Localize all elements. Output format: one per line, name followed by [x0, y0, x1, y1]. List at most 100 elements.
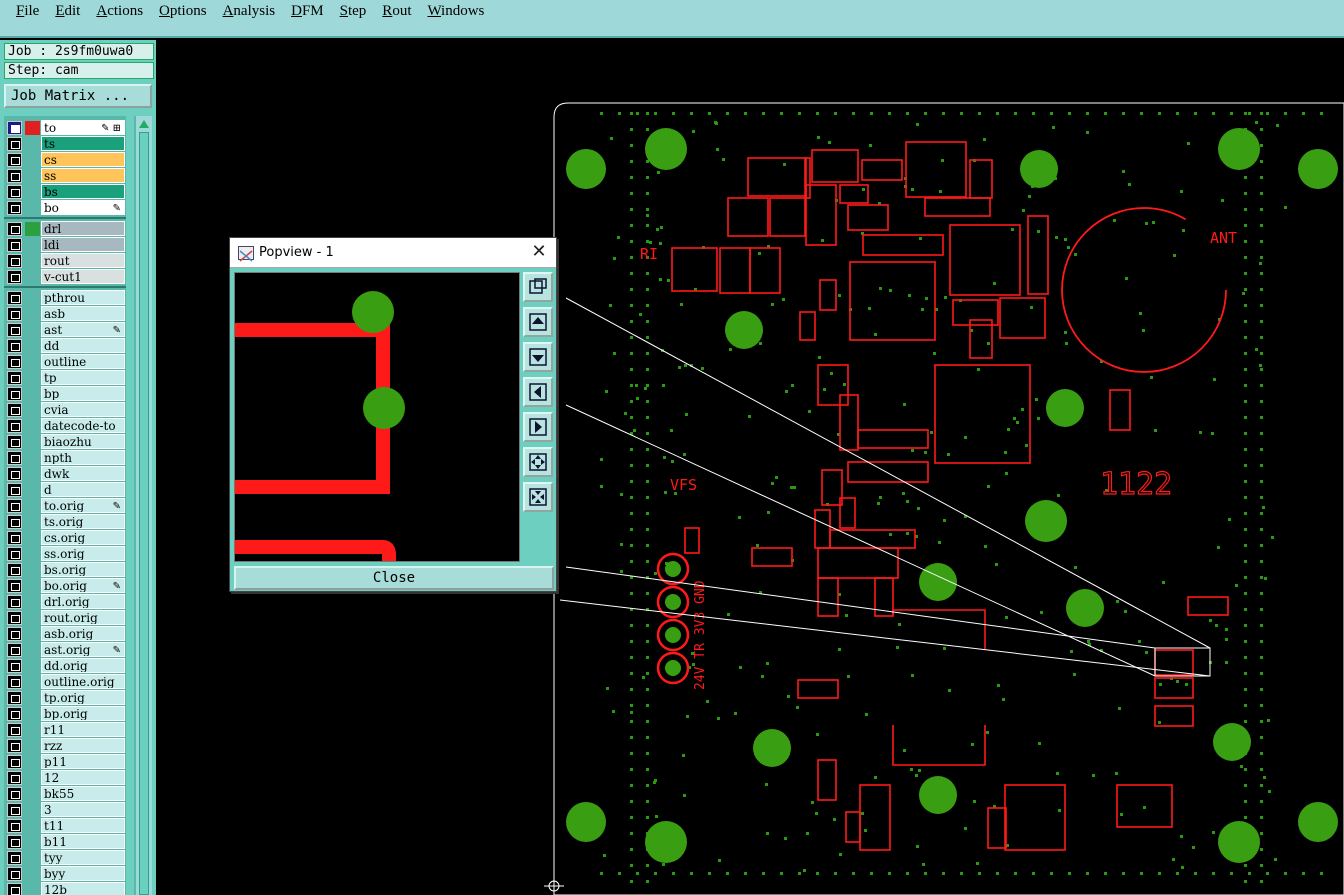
layer-name[interactable]: rzz — [41, 738, 125, 753]
layer-name[interactable]: v-cut1 — [41, 269, 125, 284]
layer-checkbox[interactable] — [7, 627, 22, 641]
layer-name[interactable]: cvia — [41, 402, 125, 417]
layer-name[interactable]: 3 — [41, 802, 125, 817]
layer-name[interactable]: ast.orig ✎ — [41, 642, 125, 657]
layer-name[interactable]: cs — [41, 152, 125, 167]
menu-edit[interactable]: Edit — [47, 2, 88, 22]
layer-checkbox[interactable] — [7, 835, 22, 849]
layer-name[interactable]: dwk — [41, 466, 125, 481]
layer-name[interactable]: rout — [41, 253, 125, 268]
layer-color-indicator[interactable] — [25, 611, 40, 625]
layer-row-bp[interactable]: bp — [4, 386, 126, 402]
layer-color-indicator[interactable] — [25, 483, 40, 497]
layer-row-b11[interactable]: b11 — [4, 834, 126, 850]
layer-checkbox[interactable] — [7, 153, 22, 167]
layer-name[interactable]: cs.orig — [41, 530, 125, 545]
layer-color-indicator[interactable] — [25, 307, 40, 321]
layer-row-p11[interactable]: p11 — [4, 754, 126, 770]
layer-row-r11[interactable]: r11 — [4, 722, 126, 738]
layer-name[interactable]: dd — [41, 338, 125, 353]
layer-color-indicator[interactable] — [25, 238, 40, 252]
zoom-fit-icon[interactable] — [523, 272, 553, 302]
layer-row-ts[interactable]: ts — [4, 136, 126, 152]
layer-name[interactable]: ts.orig — [41, 514, 125, 529]
layer-checkbox[interactable] — [7, 435, 22, 449]
layer-color-indicator[interactable] — [25, 675, 40, 689]
layer-row-bk55[interactable]: bk55 — [4, 786, 126, 802]
layer-row-asb-orig[interactable]: asb.orig — [4, 626, 126, 642]
layer-name[interactable]: ss.orig — [41, 546, 125, 561]
layer-name[interactable]: p11 — [41, 754, 125, 769]
layer-color-indicator[interactable] — [25, 387, 40, 401]
layer-checkbox[interactable] — [7, 499, 22, 513]
zoom-out-icon[interactable] — [523, 482, 553, 512]
layer-row-ast[interactable]: ast ✎ — [4, 322, 126, 338]
layer-name[interactable]: bp — [41, 386, 125, 401]
layer-row-rout-orig[interactable]: rout.orig — [4, 610, 126, 626]
layer-name[interactable]: pthrou — [41, 290, 125, 305]
layer-name[interactable]: t11 — [41, 818, 125, 833]
layer-row-ldi[interactable]: ldi — [4, 237, 126, 253]
job-matrix-button[interactable]: Job Matrix ... — [4, 84, 152, 108]
layer-name[interactable]: r11 — [41, 722, 125, 737]
layer-checkbox[interactable] — [7, 819, 22, 833]
layer-color-indicator[interactable] — [25, 563, 40, 577]
layer-name[interactable]: asb.orig — [41, 626, 125, 641]
layer-checkbox[interactable] — [7, 419, 22, 433]
scroll-thumb[interactable] — [139, 132, 149, 895]
layer-name[interactable]: tp — [41, 370, 125, 385]
layer-row-12[interactable]: 12 — [4, 770, 126, 786]
menu-step[interactable]: Step — [332, 2, 375, 22]
pan-up-icon[interactable] — [523, 307, 553, 337]
layer-name[interactable]: biaozhu — [41, 434, 125, 449]
layer-color-indicator[interactable] — [25, 435, 40, 449]
layer-name[interactable]: ss — [41, 168, 125, 183]
layer-row-ss[interactable]: ss — [4, 168, 126, 184]
layer-row-tp[interactable]: tp — [4, 370, 126, 386]
layer-checkbox[interactable] — [7, 483, 22, 497]
zoom-in-icon[interactable] — [523, 447, 553, 477]
layer-checkbox[interactable] — [7, 643, 22, 657]
layer-row-dd[interactable]: dd — [4, 338, 126, 354]
pan-right-icon[interactable] — [523, 412, 553, 442]
layer-color-indicator[interactable] — [25, 659, 40, 673]
layer-row-v-cut1[interactable]: v-cut1 — [4, 269, 126, 285]
layer-name[interactable]: outline.orig — [41, 674, 125, 689]
layer-checkbox[interactable] — [7, 371, 22, 385]
layer-row-rout[interactable]: rout — [4, 253, 126, 269]
layer-checkbox[interactable] — [7, 323, 22, 337]
layer-color-indicator[interactable] — [25, 771, 40, 785]
layer-row-cs[interactable]: cs — [4, 152, 126, 168]
layer-row-d[interactable]: d — [4, 482, 126, 498]
layer-color-indicator[interactable] — [25, 579, 40, 593]
layer-checkbox[interactable] — [7, 531, 22, 545]
layer-checkbox[interactable] — [7, 515, 22, 529]
layer-checkbox[interactable] — [7, 883, 22, 895]
layer-row-bp-orig[interactable]: bp.orig — [4, 706, 126, 722]
layer-checkbox[interactable] — [7, 270, 22, 284]
layer-color-indicator[interactable] — [25, 355, 40, 369]
layer-name[interactable]: bo.orig ✎ — [41, 578, 125, 593]
layer-row-tp-orig[interactable]: tp.orig — [4, 690, 126, 706]
layer-name[interactable]: dd.orig — [41, 658, 125, 673]
layer-color-indicator[interactable] — [25, 451, 40, 465]
layer-checkbox[interactable] — [7, 851, 22, 865]
layer-checkbox[interactable] — [7, 675, 22, 689]
layer-row-asb[interactable]: asb — [4, 306, 126, 322]
layer-color-indicator[interactable] — [25, 222, 40, 236]
layer-checkbox[interactable] — [7, 867, 22, 881]
layer-checkbox[interactable] — [7, 222, 22, 236]
layer-row-ast-orig[interactable]: ast.orig ✎ — [4, 642, 126, 658]
layer-name[interactable]: to.orig ✎ — [41, 498, 125, 513]
layer-color-indicator[interactable] — [25, 515, 40, 529]
layer-row-3[interactable]: 3 — [4, 802, 126, 818]
pan-left-icon[interactable] — [523, 377, 553, 407]
layer-name[interactable]: asb — [41, 306, 125, 321]
layer-row-datecode-to[interactable]: datecode-to — [4, 418, 126, 434]
layer-name[interactable]: tyy — [41, 850, 125, 865]
menu-actions[interactable]: Actions — [88, 2, 151, 22]
layer-checkbox[interactable] — [7, 467, 22, 481]
layer-row-bo-orig[interactable]: bo.orig ✎ — [4, 578, 126, 594]
layer-name[interactable]: bs — [41, 184, 125, 199]
close-icon[interactable]: ✕ — [528, 241, 550, 263]
